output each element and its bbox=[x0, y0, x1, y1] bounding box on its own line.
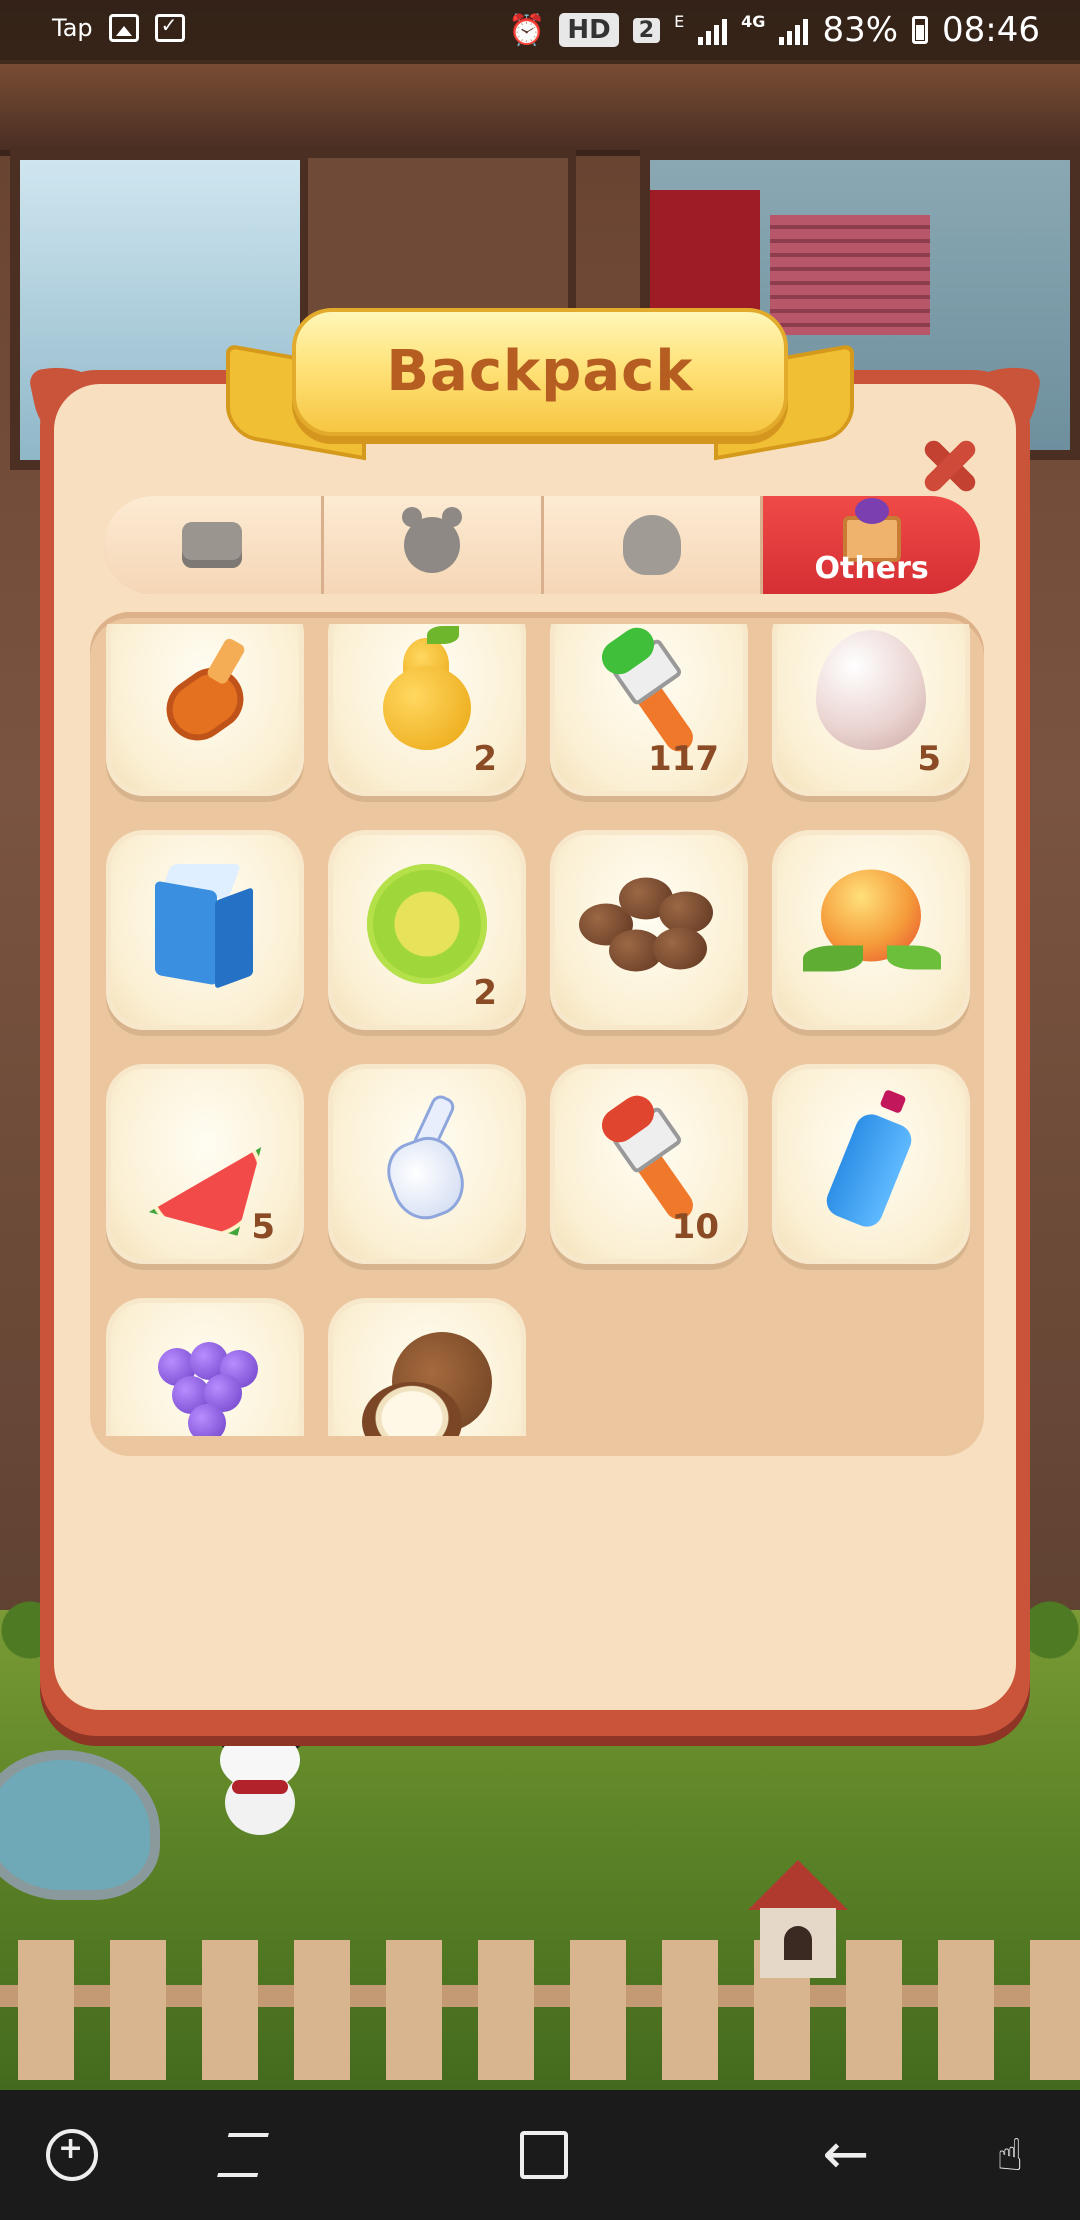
item-slot-egg[interactable]: 5 bbox=[772, 624, 970, 796]
durian-icon bbox=[367, 864, 487, 984]
milk-carton-icon bbox=[155, 864, 255, 989]
item-slot-milk-carton[interactable] bbox=[106, 830, 304, 1030]
back-icon: ← bbox=[822, 2122, 870, 2187]
item-count: 117 bbox=[648, 739, 719, 779]
item-slot-coffee-beans[interactable] bbox=[550, 830, 748, 1030]
peach-icon bbox=[803, 869, 941, 980]
syrup-bottle-icon bbox=[154, 636, 256, 753]
item-count: 5 bbox=[251, 1207, 275, 1247]
alarm-icon: ⏰ bbox=[508, 12, 546, 48]
item-count: 5 bbox=[917, 739, 941, 779]
coffee-beans-icon bbox=[579, 870, 719, 980]
item-slot-porcelain-vase[interactable] bbox=[328, 1064, 526, 1264]
edge-network-label: E bbox=[674, 11, 685, 31]
bag-icon bbox=[622, 515, 681, 575]
clock: 08:46 bbox=[942, 10, 1040, 50]
network-type-label: 4G bbox=[741, 11, 766, 31]
item-slot-watermelon[interactable]: 5 bbox=[106, 1064, 304, 1264]
picket-fence bbox=[0, 1940, 1080, 2080]
pear-icon bbox=[377, 626, 477, 750]
grapes-icon bbox=[150, 1332, 260, 1436]
tab-others[interactable]: Others bbox=[763, 496, 980, 594]
item-slot-durian[interactable]: 2 bbox=[328, 830, 526, 1030]
birdhouse bbox=[748, 1860, 848, 1980]
item-slot-red-paint-brush[interactable]: 10 bbox=[550, 1064, 748, 1264]
item-grid: 2 117 5 2 5 10 bbox=[106, 624, 970, 1436]
battery-icon bbox=[912, 16, 929, 44]
sim-badge: 2 bbox=[632, 17, 661, 43]
item-slot-coconut[interactable] bbox=[328, 1298, 526, 1436]
egg-icon bbox=[816, 630, 926, 750]
battery-percent: 83% bbox=[822, 10, 899, 50]
red-paint-brush-icon bbox=[594, 1089, 704, 1225]
item-slot-pear[interactable]: 2 bbox=[328, 624, 526, 796]
item-count: 2 bbox=[473, 973, 497, 1013]
game-tools-icon bbox=[46, 2129, 98, 2181]
game-tools-button[interactable] bbox=[12, 2090, 132, 2220]
tab-others-label: Others bbox=[814, 551, 929, 586]
water-bottle-icon bbox=[821, 1089, 917, 1232]
item-slot-syrup-bottle[interactable] bbox=[106, 624, 304, 796]
navigation-bar: ← ☝ bbox=[0, 2090, 1080, 2220]
status-bar: Tap ⏰ HD 2 E 4G 83% 08:46 bbox=[0, 0, 1080, 64]
status-app-text: Tap bbox=[52, 14, 93, 42]
watermelon-icon bbox=[140, 1115, 270, 1205]
touch-gesture-button[interactable]: ☝ bbox=[950, 2090, 1070, 2220]
gallery-icon bbox=[108, 14, 139, 42]
recent-apps-button[interactable] bbox=[183, 2090, 303, 2220]
item-slot-grapes[interactable] bbox=[106, 1298, 304, 1436]
close-button[interactable] bbox=[912, 428, 988, 504]
tab-decor[interactable] bbox=[323, 496, 544, 594]
touch-gesture-icon: ☝ bbox=[996, 2129, 1024, 2181]
item-slot-green-paint-brush[interactable]: 117 bbox=[550, 624, 748, 796]
home-button[interactable] bbox=[484, 2090, 604, 2220]
bear-icon bbox=[402, 507, 463, 573]
hd-voice-badge: HD bbox=[559, 13, 619, 47]
title-ribbon: Backpack bbox=[226, 300, 854, 470]
back-button[interactable]: ← bbox=[786, 2090, 906, 2220]
item-count: 10 bbox=[671, 1207, 719, 1247]
recent-apps-icon bbox=[217, 2133, 269, 2177]
panda-character[interactable] bbox=[210, 1724, 310, 1840]
roof-beam bbox=[0, 60, 1080, 156]
porcelain-vase-icon bbox=[378, 1092, 474, 1229]
signal-icon-2 bbox=[779, 15, 809, 45]
item-slot-water-bottle[interactable] bbox=[772, 1064, 970, 1264]
item-count: 2 bbox=[473, 739, 497, 779]
signal-icon bbox=[698, 15, 728, 45]
coconut-icon bbox=[362, 1332, 492, 1436]
home-icon bbox=[520, 2131, 568, 2179]
tool-icon bbox=[182, 522, 243, 568]
item-slot-peach[interactable] bbox=[772, 830, 970, 1030]
task-check-icon bbox=[154, 13, 185, 42]
tab-bags[interactable] bbox=[543, 496, 764, 594]
category-tabs: Others bbox=[104, 496, 980, 594]
green-paint-brush-icon bbox=[594, 624, 704, 757]
tab-tools[interactable] bbox=[104, 496, 324, 594]
item-grid-viewport[interactable]: 2 117 5 2 5 10 bbox=[104, 624, 972, 1436]
dialog-title: Backpack bbox=[386, 339, 694, 404]
